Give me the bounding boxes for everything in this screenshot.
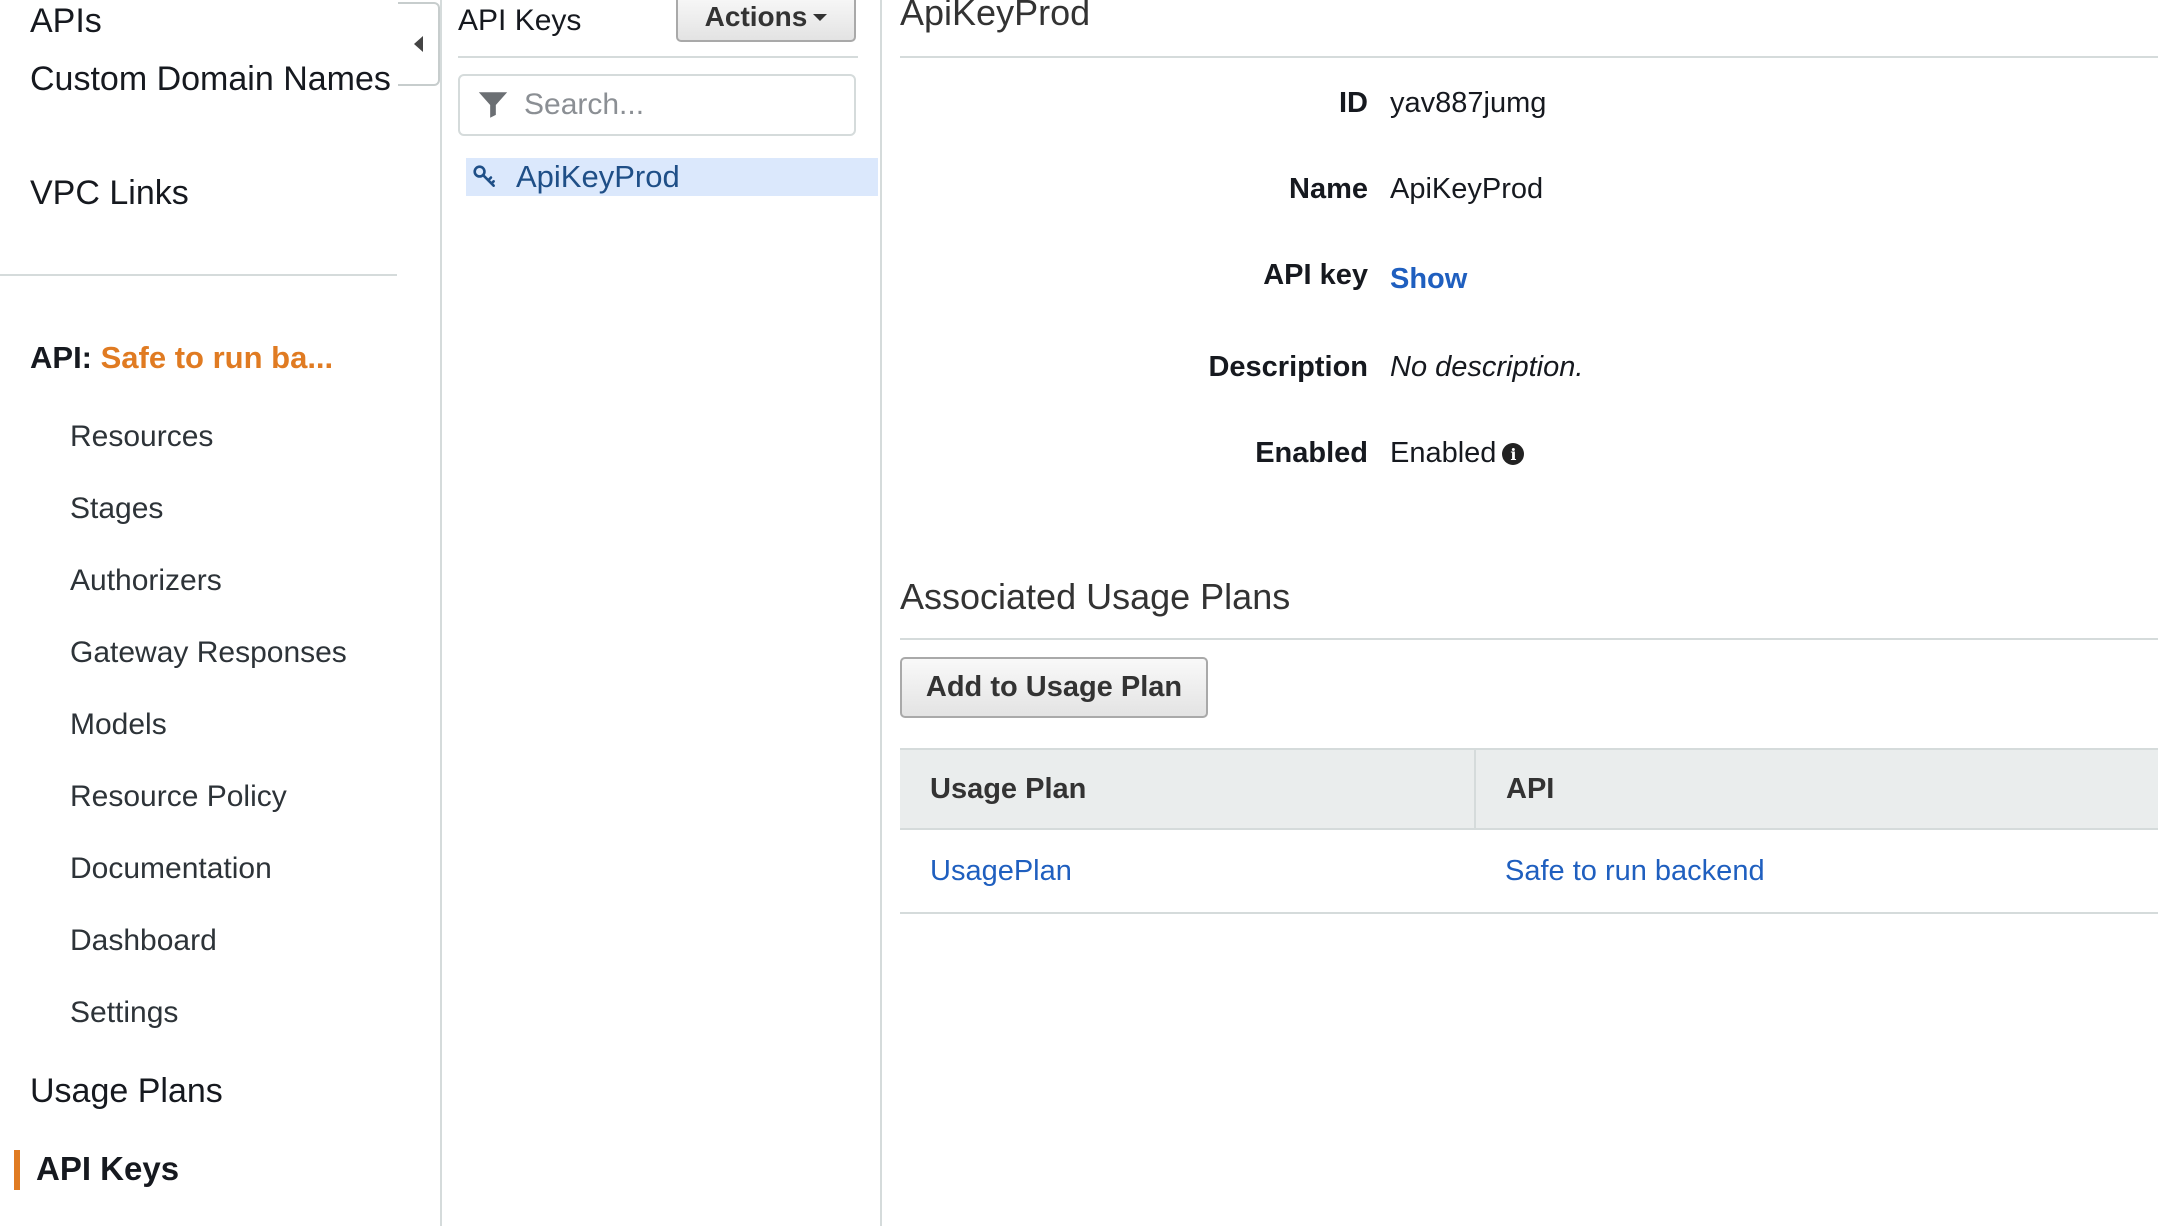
api-keys-list-panel: API Keys Actions ApiKeyProd	[440, 0, 882, 1226]
nav-item-apis[interactable]: APIs	[30, 2, 102, 41]
nav-item-custom-domain-names[interactable]: Custom Domain Names	[30, 60, 391, 99]
nav-item-vpc-links[interactable]: VPC Links	[30, 174, 189, 213]
field-label-id: ID	[1339, 87, 1368, 119]
section-divider	[900, 638, 2158, 640]
left-navigation: APIs Custom Domain Names VPC Links API: …	[0, 0, 442, 1226]
search-box[interactable]	[458, 74, 856, 136]
nav-item-documentation[interactable]: Documentation	[70, 852, 272, 886]
field-label-name: Name	[1289, 173, 1368, 205]
field-label-description: Description	[1208, 351, 1368, 383]
nav-item-stages[interactable]: Stages	[70, 492, 163, 526]
nav-item-api-keys[interactable]: API Keys	[36, 1150, 179, 1188]
section-title-usage-plans: Associated Usage Plans	[900, 576, 1291, 617]
api-key-detail-panel: ApiKeyProd ID yav887jumg Name ApiKeyProd…	[882, 0, 2158, 1226]
field-label-enabled: Enabled	[1255, 437, 1368, 469]
title-divider	[900, 56, 2158, 58]
caret-left-icon	[413, 36, 423, 52]
collapse-nav-button[interactable]	[398, 2, 440, 86]
nav-item-resources[interactable]: Resources	[70, 420, 213, 454]
nav-item-authorizers[interactable]: Authorizers	[70, 564, 222, 598]
api-name: Safe to run ba...	[100, 340, 334, 375]
table-row: UsagePlan Safe to run backend	[900, 829, 2158, 914]
nav-item-dashboard[interactable]: Dashboard	[70, 924, 217, 958]
column-header-api[interactable]: API	[1475, 748, 2158, 830]
usage-plan-link[interactable]: UsagePlan	[930, 855, 1072, 887]
nav-item-resource-policy[interactable]: Resource Policy	[70, 780, 287, 814]
panel-title: API Keys	[458, 4, 582, 37]
actions-dropdown-button[interactable]: Actions	[676, 0, 856, 42]
table-cell-api: Safe to run backend	[1475, 829, 2158, 914]
list-item-label: ApiKeyProd	[516, 159, 680, 194]
field-value-name: ApiKeyProd	[1390, 173, 1544, 205]
api-prefix: API:	[30, 340, 92, 375]
add-to-usage-plan-button[interactable]: Add to Usage Plan	[900, 657, 1208, 718]
field-value-enabled-wrapper: Enabled i	[1390, 437, 1525, 470]
nav-item-gateway-responses[interactable]: Gateway Responses	[70, 636, 347, 670]
table-header-row: Usage Plan API	[900, 748, 2158, 830]
field-value-id: yav887jumg	[1390, 87, 1547, 119]
actions-label: Actions	[704, 1, 808, 32]
field-value-description: No description.	[1390, 351, 1584, 383]
field-value-enabled: Enabled	[1390, 437, 1497, 469]
nav-item-usage-plans[interactable]: Usage Plans	[30, 1072, 223, 1111]
page-title: ApiKeyProd	[900, 0, 1091, 33]
usage-plans-table: Usage Plan API UsagePlan Safe to run bac…	[900, 748, 2158, 914]
filter-icon	[478, 92, 508, 118]
panel-divider	[458, 56, 858, 58]
field-label-api-key: API key	[1263, 259, 1368, 291]
current-api-heading[interactable]: API: Safe to run ba...	[30, 340, 333, 376]
nav-divider	[0, 274, 397, 276]
active-indicator	[14, 1150, 20, 1190]
caret-down-icon	[813, 13, 828, 21]
table-cell-usage-plan: UsagePlan	[900, 829, 1475, 914]
search-input[interactable]	[522, 87, 826, 123]
nav-item-models[interactable]: Models	[70, 708, 167, 742]
nav-item-settings[interactable]: Settings	[70, 996, 178, 1030]
api-link[interactable]: Safe to run backend	[1505, 855, 1765, 887]
show-api-key-link[interactable]: Show	[1390, 263, 1467, 296]
key-icon	[473, 165, 495, 187]
info-icon[interactable]: i	[1502, 443, 1525, 466]
column-header-usage-plan[interactable]: Usage Plan	[900, 748, 1476, 830]
list-item-apikeyprod[interactable]: ApiKeyProd	[466, 158, 878, 196]
